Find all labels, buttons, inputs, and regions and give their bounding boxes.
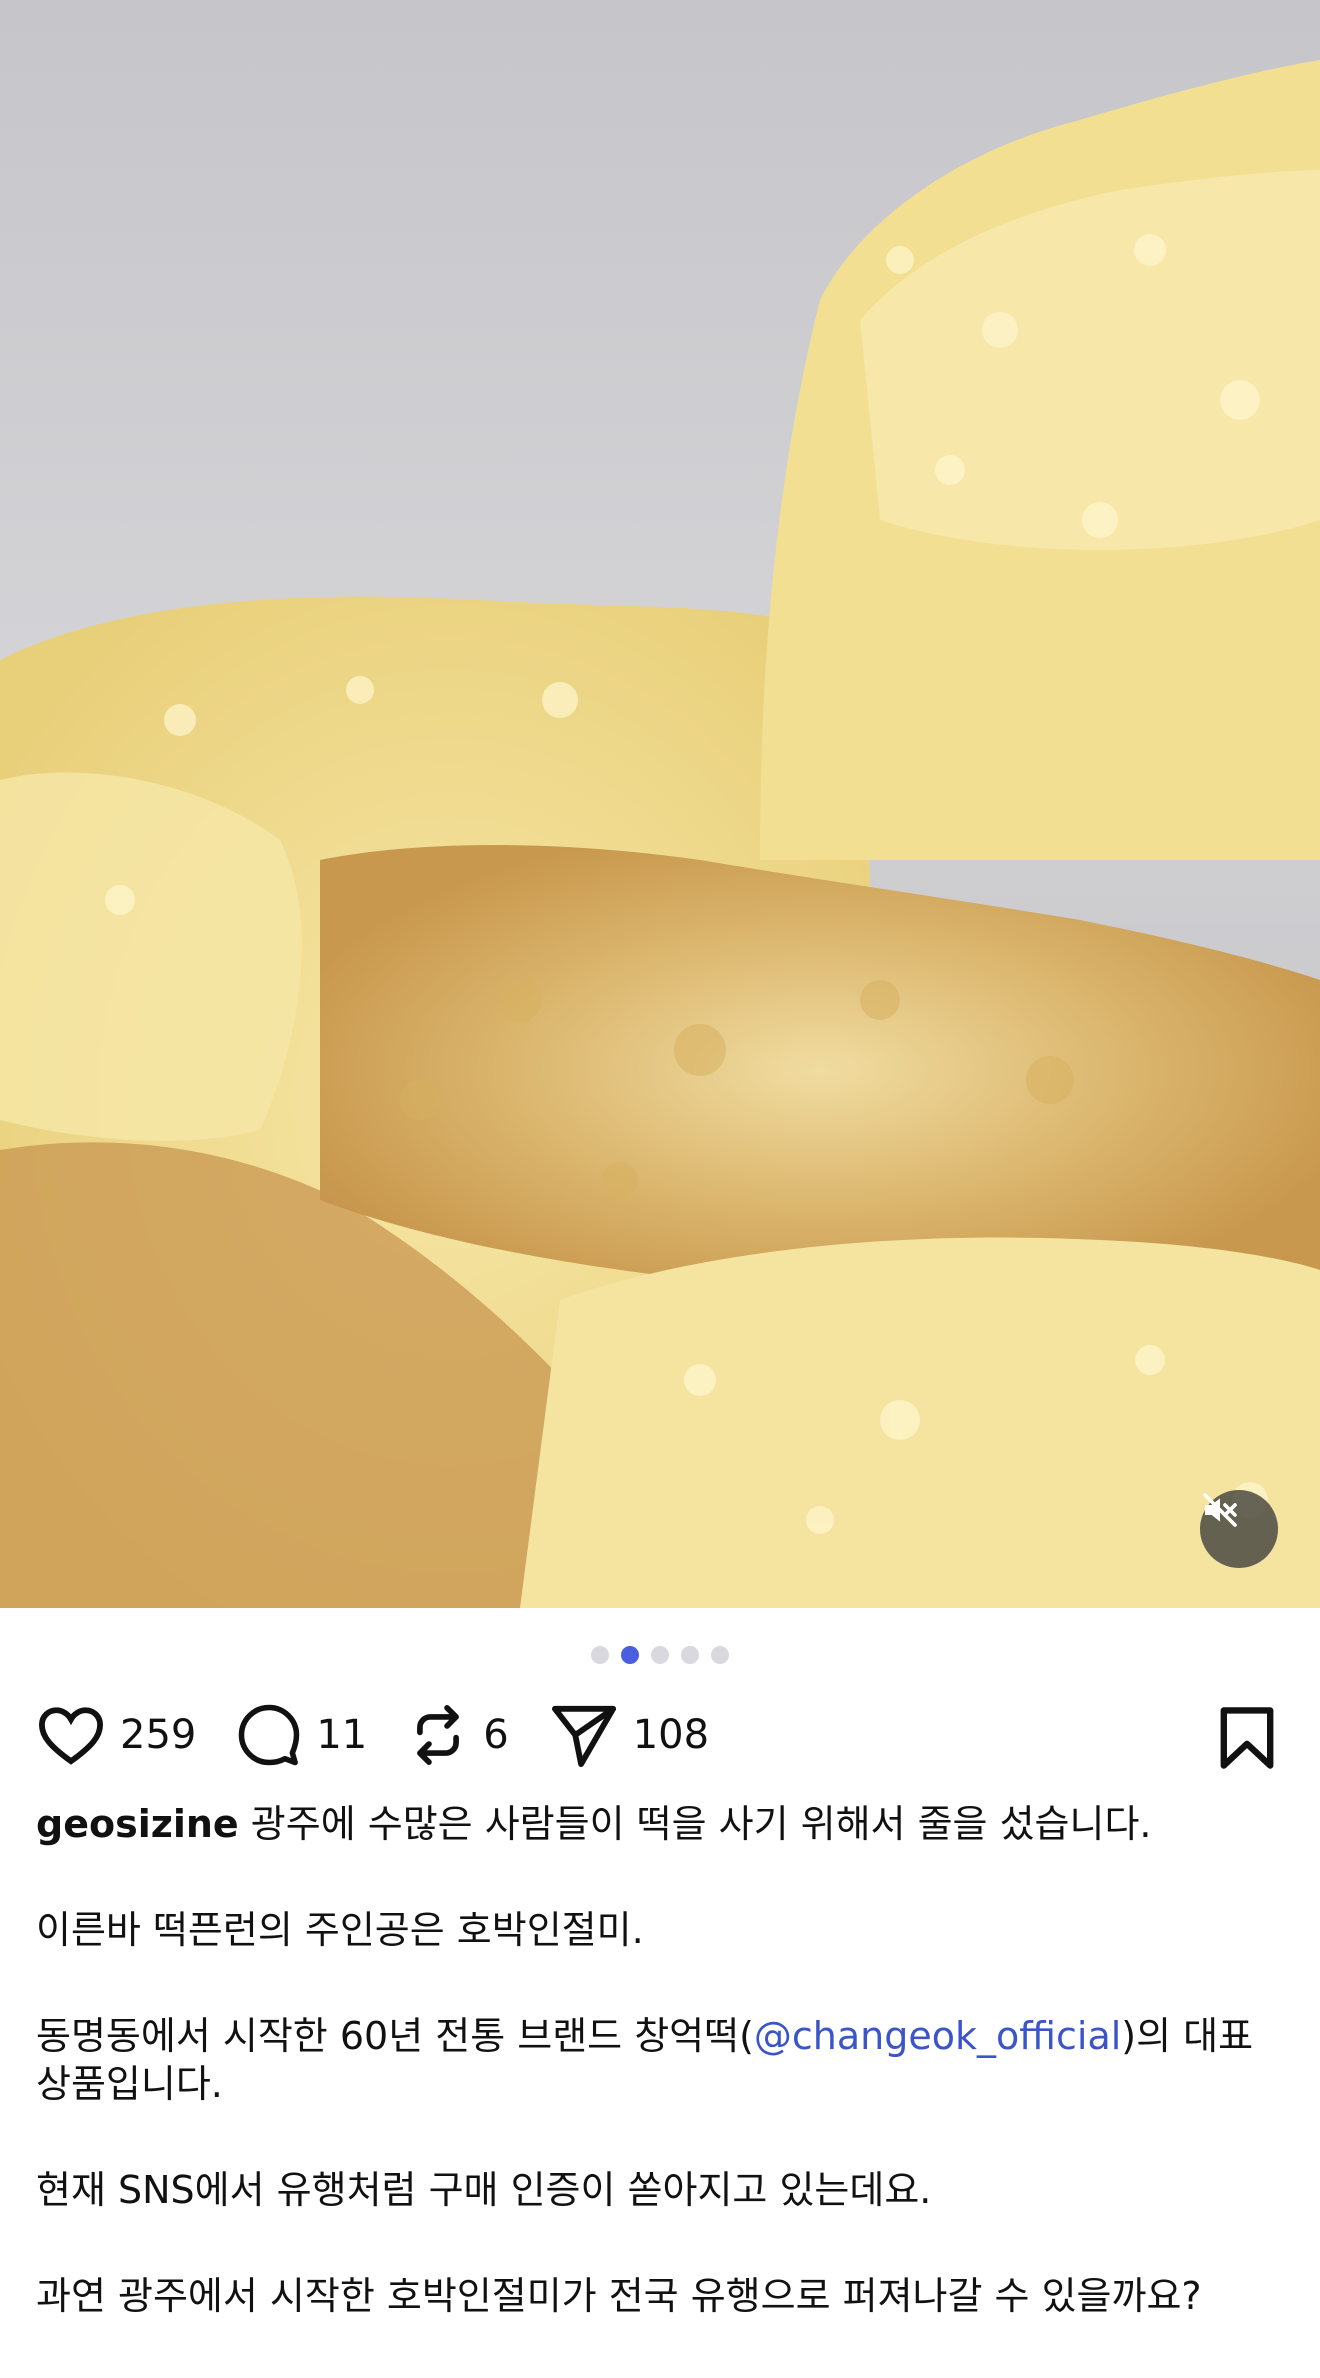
caption-paragraph: 이른바 떡픈런의 주인공은 호박인절미. <box>36 1906 1286 1954</box>
food-photo <box>0 0 1320 1608</box>
repost-button[interactable]: 6 <box>407 1702 509 1768</box>
mention-link[interactable]: @changeok_official <box>754 2014 1121 2058</box>
post-caption: geosizine 광주에 수많은 사람들이 떡을 사기 위해서 줄을 섰습니다… <box>36 1800 1286 2378</box>
carousel-dot[interactable] <box>711 1646 729 1664</box>
like-count: 259 <box>120 1712 197 1758</box>
carousel-dot-active[interactable] <box>621 1646 639 1664</box>
carousel-dot[interactable] <box>651 1646 669 1664</box>
repost-count: 6 <box>483 1712 509 1758</box>
send-icon <box>551 1705 616 1767</box>
caption-paragraph: 동명동에서 시작한 60년 전통 브랜드 창억떡(@changeok_offic… <box>36 2012 1286 2108</box>
caption-paragraph: 과연 광주에서 시작한 호박인절미가 전국 유행으로 퍼져나갈 수 있을까요? <box>36 2272 1286 2320</box>
caption-paragraph: 현재 SNS에서 유행처럼 구매 인증이 쏟아지고 있는데요. <box>36 2166 1286 2214</box>
heart-icon <box>38 1707 104 1765</box>
caption-paragraph: geosizine 광주에 수많은 사람들이 떡을 사기 위해서 줄을 섰습니다… <box>36 1800 1286 1848</box>
share-count: 108 <box>632 1712 710 1758</box>
post-media[interactable] <box>0 0 1320 1608</box>
speech-bubble-icon <box>239 1704 300 1766</box>
comment-count: 11 <box>316 1712 368 1758</box>
mute-toggle-button[interactable] <box>1200 1490 1278 1568</box>
bookmark-icon <box>1220 1707 1274 1769</box>
carousel-indicator <box>0 1646 1320 1664</box>
caption-text: 동명동에서 시작한 60년 전통 브랜드 창억떡( <box>36 2014 754 2058</box>
caption-text: 과연 광주에서 시작한 호박인절미가 전국 유행으로 퍼져나갈 수 있을까요? <box>36 2274 1202 2318</box>
caption-text: 광주에 수많은 사람들이 떡을 사기 위해서 줄을 섰습니다. <box>238 1802 1152 1846</box>
carousel-dot[interactable] <box>681 1646 699 1664</box>
share-button[interactable]: 108 <box>549 1703 709 1767</box>
username-link[interactable]: geosizine <box>36 1802 239 1846</box>
caption-text: 이른바 떡픈런의 주인공은 호박인절미. <box>36 1908 644 1952</box>
speaker-muted-icon <box>1203 1493 1237 1527</box>
like-button[interactable]: 259 <box>36 1703 196 1767</box>
repost-arrows-icon <box>417 1705 460 1765</box>
caption-text: 현재 SNS에서 유행처럼 구매 인증이 쏟아지고 있는데요. <box>36 2168 932 2212</box>
bookmark-button[interactable] <box>1218 1706 1276 1774</box>
post-actions: 259 11 6 108 <box>36 1700 1284 1770</box>
comment-button[interactable]: 11 <box>236 1702 367 1768</box>
carousel-dot[interactable] <box>591 1646 609 1664</box>
